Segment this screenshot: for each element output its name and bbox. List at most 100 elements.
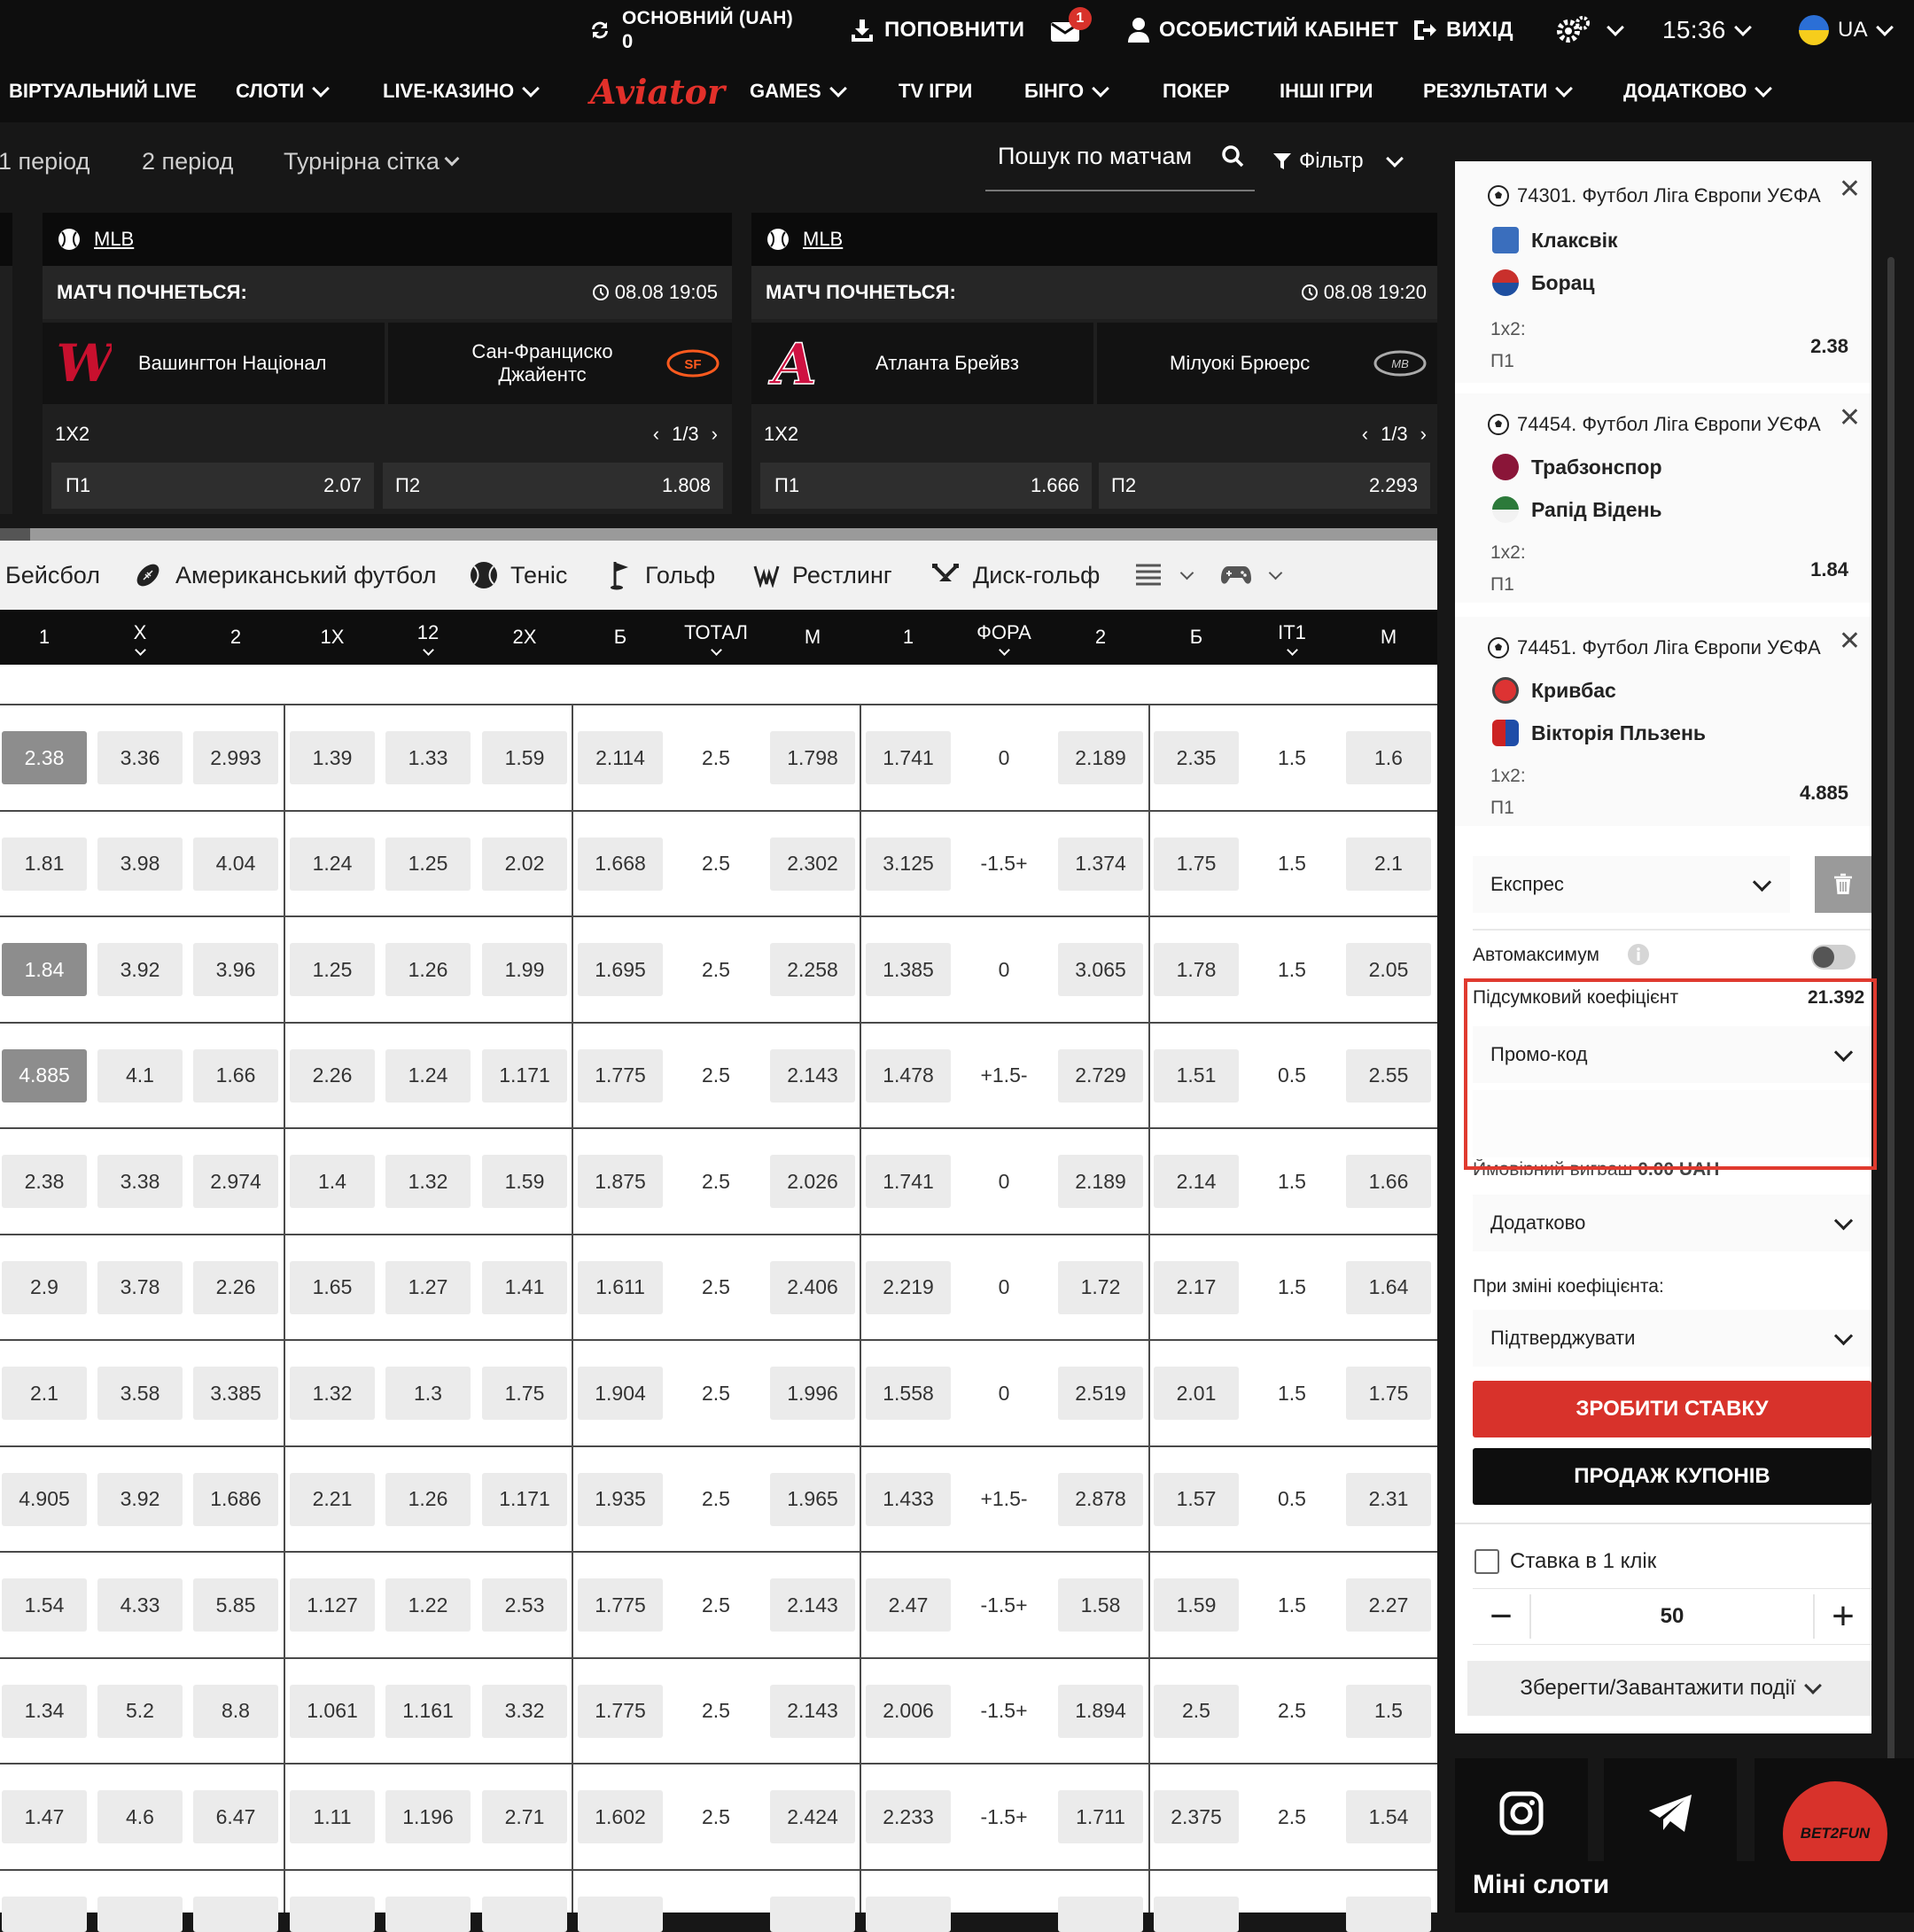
telegram-button[interactable] bbox=[1604, 1758, 1737, 1868]
odd-cell[interactable]: 2.189 bbox=[1058, 1155, 1143, 1208]
odd-cell[interactable]: 1.66 bbox=[193, 1048, 278, 1102]
odd-cell[interactable]: 4.905 bbox=[2, 1472, 87, 1526]
league-link[interactable]: MLB bbox=[94, 228, 134, 251]
odd-cell[interactable]: 1.47 bbox=[2, 1790, 87, 1843]
odds-header-cell[interactable]: X bbox=[97, 610, 183, 665]
odd-cell[interactable]: 1.26 bbox=[385, 943, 471, 996]
odd-cell[interactable] bbox=[193, 1896, 278, 1932]
odd-cell[interactable]: 1.611 bbox=[578, 1260, 663, 1314]
odd-cell[interactable]: 2.47 bbox=[866, 1578, 951, 1632]
odd-cell[interactable]: 1.904 bbox=[578, 1367, 663, 1420]
odd-cell[interactable]: 1.558 bbox=[866, 1367, 951, 1420]
odd-cell[interactable]: 1.4 bbox=[290, 1155, 375, 1208]
nav-other-games[interactable]: ІНШІ ІГРИ bbox=[1280, 60, 1373, 122]
odd-button[interactable]: П2 2.293 bbox=[1099, 463, 1430, 509]
settings-button[interactable] bbox=[1556, 0, 1624, 60]
stake-input[interactable]: 50 bbox=[1531, 1589, 1813, 1644]
odd-cell[interactable]: 3.065 bbox=[1058, 943, 1143, 996]
odd-cell[interactable]: 3.96 bbox=[193, 943, 278, 996]
odds-header-cell[interactable]: 12 bbox=[385, 610, 471, 665]
odd-cell[interactable]: 1.171 bbox=[482, 1472, 567, 1526]
odd-cell[interactable] bbox=[866, 1896, 951, 1932]
odd-cell[interactable]: 1.741 bbox=[866, 731, 951, 784]
odd-cell[interactable]: 1.34 bbox=[2, 1684, 87, 1738]
esports-menu[interactable] bbox=[1221, 541, 1283, 610]
clear-slip-button[interactable] bbox=[1815, 856, 1871, 913]
place-bet-button[interactable]: ЗРОБИТИ СТАВКУ bbox=[1473, 1381, 1871, 1437]
nav-bingo[interactable]: БІНГО bbox=[1024, 60, 1110, 122]
odd-cell[interactable]: 2.14 bbox=[1154, 1155, 1239, 1208]
odd-cell[interactable]: 3.36 bbox=[97, 731, 183, 784]
odd-cell[interactable]: 3.92 bbox=[97, 943, 183, 996]
odd-cell[interactable]: 1.602 bbox=[578, 1790, 663, 1843]
odd-cell[interactable]: 3.98 bbox=[97, 837, 183, 891]
odd-cell[interactable]: 3.58 bbox=[97, 1367, 183, 1420]
tab-bracket[interactable]: Турнірна сітка bbox=[284, 122, 460, 200]
odd-cell[interactable]: 2.26 bbox=[193, 1260, 278, 1314]
panel-scrollbar[interactable] bbox=[1887, 257, 1895, 1799]
next-icon[interactable]: › bbox=[712, 423, 718, 446]
more-sports-menu[interactable] bbox=[1136, 541, 1194, 610]
team1[interactable]: W Вашингтон Націонал bbox=[43, 323, 385, 404]
odd-cell[interactable]: 2.974 bbox=[193, 1155, 278, 1208]
odd-cell[interactable]: 4.04 bbox=[193, 837, 278, 891]
odd-cell[interactable]: 1.99 bbox=[482, 943, 567, 996]
minus-icon[interactable]: − bbox=[1473, 1589, 1529, 1644]
prev-icon[interactable]: ‹ bbox=[653, 423, 659, 446]
odd-cell[interactable]: 1.171 bbox=[482, 1048, 567, 1102]
sport-tab-tennis[interactable]: Теніс bbox=[470, 541, 567, 610]
next-icon[interactable]: › bbox=[1420, 423, 1427, 446]
odd-cell[interactable]: 1.65 bbox=[290, 1260, 375, 1314]
odd-cell[interactable]: 2.143 bbox=[770, 1684, 855, 1738]
odd-cell[interactable] bbox=[1154, 1896, 1239, 1932]
odd-cell[interactable]: 1.775 bbox=[578, 1048, 663, 1102]
odd-cell[interactable]: 2.114 bbox=[578, 731, 663, 784]
close-icon[interactable]: ✕ bbox=[1839, 402, 1861, 433]
prev-icon[interactable]: ‹ bbox=[1362, 423, 1368, 446]
odd-cell[interactable] bbox=[770, 1896, 855, 1932]
info-icon[interactable] bbox=[1627, 943, 1650, 966]
odd-button[interactable]: П2 1.808 bbox=[383, 463, 723, 509]
odd-cell[interactable]: 1.711 bbox=[1058, 1790, 1143, 1843]
odd-cell[interactable] bbox=[2, 1896, 87, 1932]
odd-cell[interactable]: 1.41 bbox=[482, 1260, 567, 1314]
automax-toggle[interactable] bbox=[1811, 945, 1856, 970]
odd-cell[interactable]: 1.127 bbox=[290, 1578, 375, 1632]
odd-cell[interactable]: 1.798 bbox=[770, 731, 855, 784]
odd-cell[interactable]: 1.374 bbox=[1058, 837, 1143, 891]
odd-cell[interactable]: 2.143 bbox=[770, 1048, 855, 1102]
odd-cell[interactable]: 1.22 bbox=[385, 1578, 471, 1632]
mini-slots-header[interactable]: Міні слоти bbox=[1455, 1861, 1914, 1913]
save-load-events-button[interactable]: Зберегти/Завантажити події bbox=[1467, 1661, 1871, 1716]
odd-cell[interactable] bbox=[482, 1896, 567, 1932]
deposit-button[interactable]: ПОПОВНИТИ bbox=[849, 0, 1024, 60]
cabinet-button[interactable]: ОСОБИСТИЙ КАБІНЕТ bbox=[1127, 0, 1398, 60]
odd-cell[interactable]: 2.55 bbox=[1346, 1048, 1431, 1102]
instagram-button[interactable] bbox=[1455, 1758, 1588, 1868]
odd-cell[interactable]: 5.85 bbox=[193, 1578, 278, 1632]
odd-cell[interactable]: 5.2 bbox=[97, 1684, 183, 1738]
odd-cell[interactable]: 1.24 bbox=[290, 837, 375, 891]
odd-cell[interactable]: 1.66 bbox=[1346, 1155, 1431, 1208]
odd-cell[interactable]: 1.32 bbox=[385, 1155, 471, 1208]
odd-cell[interactable]: 2.375 bbox=[1154, 1790, 1239, 1843]
odd-cell[interactable]: 1.75 bbox=[482, 1367, 567, 1420]
odd-cell[interactable]: 1.775 bbox=[578, 1684, 663, 1738]
odd-cell[interactable]: 1.59 bbox=[482, 731, 567, 784]
odd-cell[interactable]: 2.219 bbox=[866, 1260, 951, 1314]
odd-cell[interactable]: 2.53 bbox=[482, 1578, 567, 1632]
odd-button[interactable]: П1 1.666 bbox=[760, 463, 1092, 509]
one-click-checkbox[interactable] bbox=[1474, 1549, 1499, 1574]
plus-icon[interactable]: + bbox=[1815, 1589, 1871, 1644]
odd-cell[interactable]: 3.125 bbox=[866, 837, 951, 891]
odd-cell[interactable]: 4.1 bbox=[97, 1048, 183, 1102]
odd-cell[interactable]: 1.84 bbox=[2, 943, 87, 996]
league-link[interactable]: MLB bbox=[803, 228, 843, 251]
odd-cell[interactable]: 1.996 bbox=[770, 1367, 855, 1420]
messages-button[interactable]: 1 bbox=[1049, 0, 1092, 60]
odd-cell[interactable]: 2.01 bbox=[1154, 1367, 1239, 1420]
odd-cell[interactable]: 3.78 bbox=[97, 1260, 183, 1314]
odd-cell[interactable]: 2.233 bbox=[866, 1790, 951, 1843]
odd-cell[interactable]: 2.5 bbox=[1154, 1684, 1239, 1738]
odd-cell[interactable]: 1.24 bbox=[385, 1048, 471, 1102]
